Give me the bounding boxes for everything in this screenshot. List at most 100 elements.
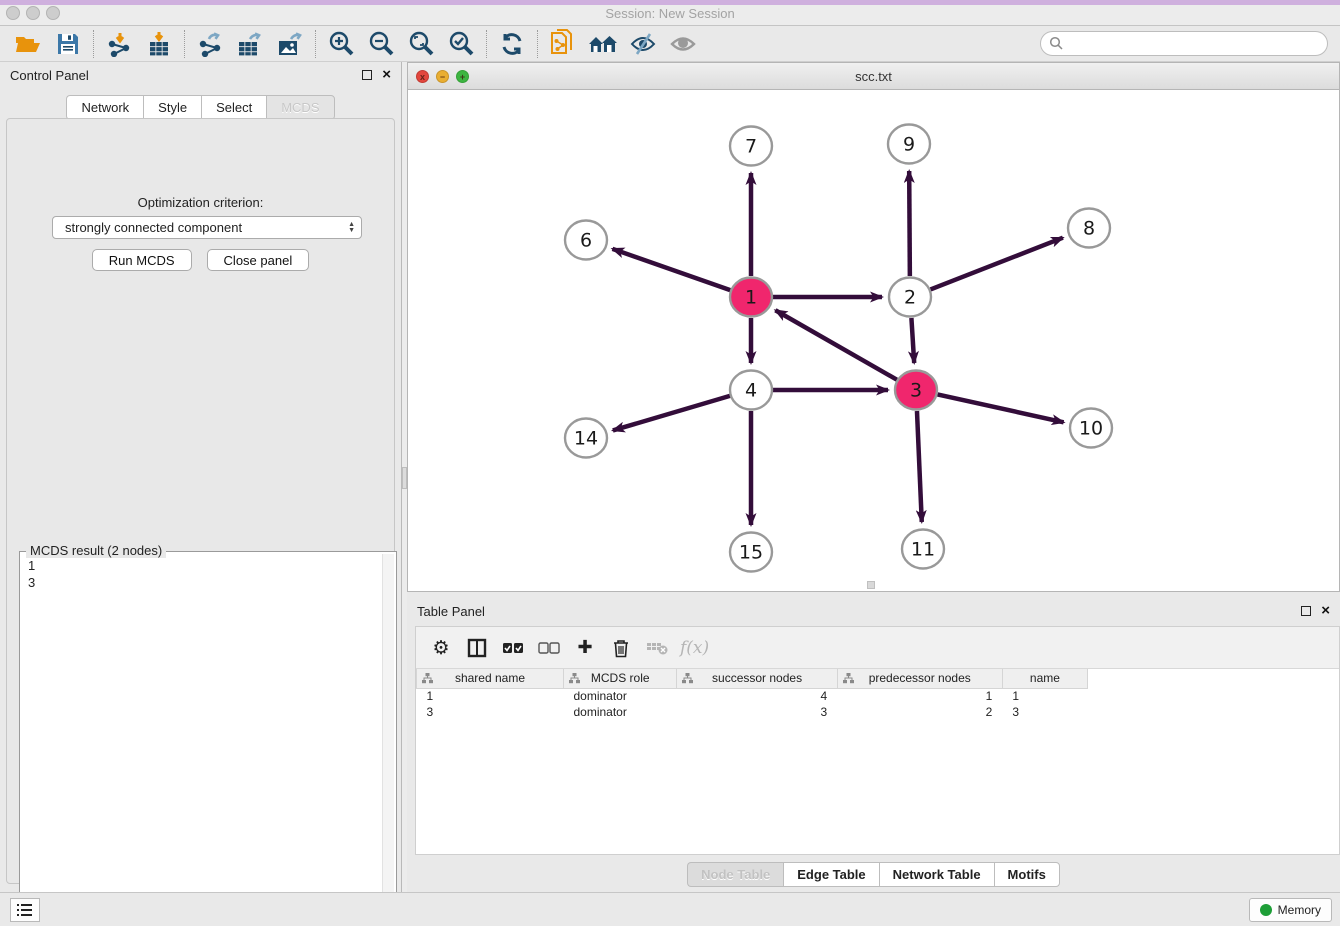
mcds-result-list: 1 3 xyxy=(22,554,382,926)
export-image-button[interactable] xyxy=(270,28,310,60)
control-panel-header: Control Panel × xyxy=(0,62,401,88)
graph-edge-2-3[interactable] xyxy=(911,318,914,363)
search-input[interactable] xyxy=(1040,31,1328,56)
close-panel-button[interactable]: Close panel xyxy=(207,249,310,271)
apply-layout-button[interactable] xyxy=(492,28,532,60)
zoom-fit-icon xyxy=(407,30,435,58)
save-session-button[interactable] xyxy=(48,28,88,60)
criterion-select[interactable]: strongly connected component ▲▼ xyxy=(52,216,362,239)
graph-node-6[interactable]: 6 xyxy=(565,221,607,260)
export-table-icon xyxy=(236,31,264,57)
graph-edge-4-14[interactable] xyxy=(613,396,730,431)
zoom-out-button[interactable] xyxy=(361,28,401,60)
svg-text:1: 1 xyxy=(745,287,757,309)
col-predecessor-nodes[interactable]: predecessor nodes xyxy=(837,669,1002,688)
import-table-icon xyxy=(146,31,172,57)
col-name[interactable]: name xyxy=(1002,669,1087,688)
network-window-titlebar[interactable]: x − + scc.txt xyxy=(408,63,1339,90)
float-panel-icon[interactable] xyxy=(362,70,372,80)
view-resize-handle[interactable] xyxy=(867,581,875,589)
col-shared-name[interactable]: shared name xyxy=(417,669,564,688)
tab-style[interactable]: Style xyxy=(143,95,201,120)
import-table-button[interactable] xyxy=(139,28,179,60)
graph-edge-3-1[interactable] xyxy=(775,310,896,379)
svg-text:10: 10 xyxy=(1079,418,1103,440)
import-network-button[interactable] xyxy=(99,28,139,60)
graph-node-14[interactable]: 14 xyxy=(565,419,607,458)
tab-network[interactable]: Network xyxy=(66,95,143,120)
network-graph[interactable]: 7 9 6 8 1 2 4 3 14 10 15 11 xyxy=(408,90,1339,591)
refresh-icon xyxy=(499,31,525,57)
graph-node-2[interactable]: 2 xyxy=(889,278,931,317)
show-task-history-button[interactable] xyxy=(10,898,40,922)
tab-network-table[interactable]: Network Table xyxy=(879,862,994,887)
maximize-view-button[interactable]: + xyxy=(456,70,469,83)
export-network-button[interactable] xyxy=(190,28,230,60)
toolbar-separator xyxy=(537,30,538,58)
zoom-selected-icon xyxy=(447,30,475,58)
close-table-panel-icon[interactable]: × xyxy=(1321,606,1330,616)
graph-node-10[interactable]: 10 xyxy=(1070,409,1112,448)
tab-edge-table[interactable]: Edge Table xyxy=(783,862,878,887)
graph-node-8[interactable]: 8 xyxy=(1068,209,1110,248)
svg-text:9: 9 xyxy=(903,134,915,156)
fx-icon: f(x) xyxy=(680,638,709,658)
network-window-controls: x − + xyxy=(416,70,469,83)
tab-motifs[interactable]: Motifs xyxy=(994,862,1060,887)
table-row[interactable]: 1 dominator 4 1 1 xyxy=(417,688,1088,704)
tree-icon xyxy=(422,673,433,687)
svg-text:6: 6 xyxy=(580,230,592,252)
window-title: Session: New Session xyxy=(0,6,1340,21)
graph-node-1[interactable]: 1 xyxy=(730,278,772,317)
run-mcds-button[interactable]: Run MCDS xyxy=(92,249,192,271)
graph-node-15[interactable]: 15 xyxy=(730,533,772,572)
select-all-columns-button[interactable] xyxy=(500,635,526,661)
unselect-all-columns-button[interactable] xyxy=(536,635,562,661)
graph-edge-2-9[interactable] xyxy=(909,171,910,276)
memory-button[interactable]: Memory xyxy=(1249,898,1332,922)
network-canvas[interactable]: 7 9 6 8 1 2 4 3 14 10 15 11 xyxy=(408,90,1339,591)
network-view-title: scc.txt xyxy=(855,69,892,84)
float-table-panel-icon[interactable] xyxy=(1301,606,1311,616)
zoom-in-button[interactable] xyxy=(321,28,361,60)
open-session-button[interactable] xyxy=(8,28,48,60)
delete-columns-button[interactable] xyxy=(608,635,634,661)
graph-edge-3-10[interactable] xyxy=(937,394,1063,422)
close-view-button[interactable]: x xyxy=(416,70,429,83)
tree-icon xyxy=(843,673,854,687)
mcds-pane: Optimization criterion: strongly connect… xyxy=(6,118,395,884)
zoom-selected-button[interactable] xyxy=(441,28,481,60)
col-successor-nodes[interactable]: successor nodes xyxy=(677,669,837,688)
first-neighbors-button[interactable] xyxy=(583,28,623,60)
show-all-button[interactable] xyxy=(663,28,703,60)
tab-mcds[interactable]: MCDS xyxy=(266,95,334,120)
control-panel: Control Panel × Network Style Select MCD… xyxy=(0,62,401,892)
zoom-fit-button[interactable] xyxy=(401,28,441,60)
table-panel-title: Table Panel xyxy=(417,604,485,619)
graph-edge-3-11[interactable] xyxy=(917,411,922,522)
graph-node-9[interactable]: 9 xyxy=(888,125,930,164)
graph-node-3[interactable]: 3 xyxy=(895,371,937,410)
tab-select[interactable]: Select xyxy=(201,95,266,120)
mcds-result-box: MCDS result (2 nodes) 1 3 xyxy=(19,551,397,926)
graph-node-7[interactable]: 7 xyxy=(730,127,772,166)
toolbar-separator xyxy=(486,30,487,58)
create-column-button[interactable]: ✚ xyxy=(572,635,598,661)
graph-edge-2-8[interactable] xyxy=(931,238,1063,290)
control-panel-tabs: Network Style Select MCDS xyxy=(0,95,401,120)
export-table-button[interactable] xyxy=(230,28,270,60)
minimize-view-button[interactable]: − xyxy=(436,70,449,83)
tab-node-table[interactable]: Node Table xyxy=(687,862,783,887)
graph-edge-1-6[interactable] xyxy=(612,249,730,290)
close-panel-icon[interactable]: × xyxy=(382,70,391,80)
control-panel-title: Control Panel xyxy=(10,68,89,83)
result-scrollbar[interactable] xyxy=(382,554,394,926)
table-options-button[interactable]: ⚙ xyxy=(428,635,454,661)
table-row[interactable]: 3 dominator 3 2 3 xyxy=(417,704,1088,720)
show-columns-button[interactable] xyxy=(464,635,490,661)
col-mcds-role[interactable]: MCDS role xyxy=(563,669,677,688)
graph-node-11[interactable]: 11 xyxy=(902,530,944,569)
new-network-from-selection-button[interactable] xyxy=(543,28,583,60)
hide-selected-button[interactable] xyxy=(623,28,663,60)
graph-node-4[interactable]: 4 xyxy=(730,371,772,410)
